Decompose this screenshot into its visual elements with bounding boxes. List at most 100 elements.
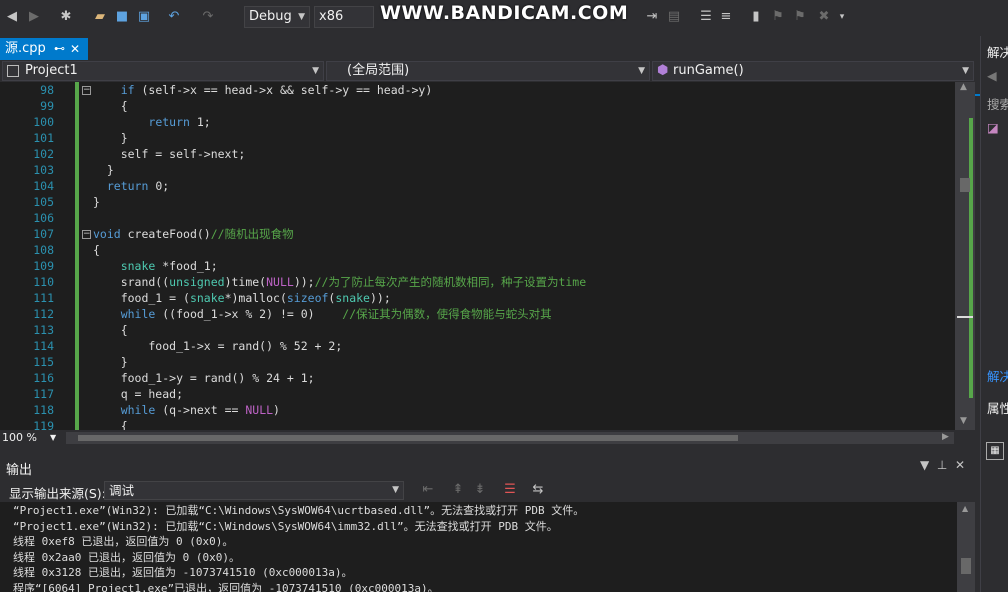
code-line[interactable]: srand((unsigned)time(NULL));//为了防止每次产生的随… [93,274,586,290]
close-icon[interactable]: ✕ [955,458,965,472]
scroll-down-icon[interactable]: ▼ [960,416,967,426]
back-icon[interactable]: ◀ [987,68,997,83]
close-icon[interactable]: ✕ [70,38,80,60]
tab-source-cpp[interactable]: 源.cpp ⊷ ✕ [0,38,88,60]
back-icon[interactable]: ◀ [4,9,20,25]
step-icon[interactable]: ⇥ [644,9,660,25]
goto-icon[interactable]: ⇤ [420,482,436,498]
code-line[interactable]: food_1->x = rand() % 52 + 2; [93,338,342,354]
zoom-select[interactable]: 100 % ▼ [2,431,60,445]
line-number: 114 [33,339,54,353]
prev-message-icon[interactable]: ⇞ [450,482,466,498]
code-line[interactable]: } [93,162,114,178]
solution-explorer-tab[interactable]: 解决 [987,366,1008,385]
clear-bookmarks-icon[interactable]: ✖ [816,9,832,25]
output-line: 线程 0xef8 已退出，返回值为 0 (0x0)。 [13,535,234,548]
platform-select[interactable]: x86 [314,6,374,28]
scroll-thumb[interactable] [960,178,970,192]
project-name: Project1 [25,63,78,78]
line-number: 106 [33,211,54,225]
chevron-down-icon[interactable]: ▼ [920,458,929,472]
save-icon[interactable]: ■ [114,9,130,25]
code-line[interactable]: self = self->next; [93,146,246,162]
output-line: 线程 0x3128 已退出，返回值为 -1073741510 (0xc00001… [13,566,353,579]
output-text[interactable]: “Project1.exe”(Win32): 已加载“C:\Windows\Sy… [0,502,975,592]
code-line[interactable]: food_1 = (snake*)malloc(sizeof(snake)); [93,290,391,306]
save-all-icon[interactable]: ▣ [136,9,152,25]
output-source-select[interactable]: 调试 ▼ [104,481,404,500]
prev-bookmark-icon[interactable]: ⚑ [770,9,786,25]
function-value: runGame() [673,63,744,78]
code-line[interactable]: if (self->x == head->x && self->y == hea… [93,82,433,98]
output-line: 线程 0x2aa0 已退出，返回值为 0 (0x0)。 [13,550,240,564]
config-select[interactable]: Debug ▼ [244,6,310,28]
output-window-controls: ▼ ⊥ ✕ [920,458,965,472]
scroll-thumb[interactable] [78,435,738,441]
properties-grid-icon[interactable]: ▦ [986,442,1004,460]
code-line[interactable]: { [93,418,128,430]
undo-icon[interactable]: ↶ [166,9,182,25]
bookmark-icon[interactable]: ▮ [748,9,764,25]
line-number: 111 [33,291,54,305]
pin-icon[interactable]: ⊷ [54,38,65,60]
forward-icon[interactable]: ▶ [26,9,42,25]
code-line[interactable]: return 1; [93,114,210,130]
line-number: 113 [33,323,54,337]
toolbar-overflow-icon[interactable]: ▾ [834,9,850,25]
output-scrollbar[interactable]: ▲ [957,502,975,592]
properties-title: 属性 [987,401,1008,416]
code-editor[interactable]: 98 99 100 101 102 103 104 105 106 107 108 109 110 111… [0,82,975,430]
next-bookmark-icon[interactable]: ⚑ [792,9,808,25]
editor-vertical-scrollbar[interactable]: ▲ ▼ [955,82,975,430]
code-line[interactable]: food_1->y = rand() % 24 + 1; [93,370,315,386]
code-line[interactable]: return 0; [93,178,169,194]
scroll-up-icon[interactable]: ▲ [962,504,968,513]
scope-dropdown[interactable]: (全局范围) ▼ [326,61,650,81]
word-wrap-icon[interactable]: ⇆ [530,482,546,498]
clear-all-icon[interactable]: ☰ [502,482,518,498]
code-line[interactable]: { [93,242,100,258]
line-number: 117 [33,387,54,401]
tab-strip: 源.cpp ⊷ ✕ ▼ [0,36,980,96]
chevron-down-icon: ▼ [962,66,969,76]
fold-toggle-icon[interactable]: − [82,230,91,239]
solution-icon[interactable]: ◪ [987,120,999,135]
code-line[interactable]: void createFood()//随机出现食物 [93,226,294,242]
line-number: 105 [33,195,54,209]
redo-icon[interactable]: ↷ [200,9,216,25]
comment-icon[interactable]: ≡ [718,9,734,25]
editor-horizontal-scrollbar[interactable] [66,432,954,444]
line-number: 99 [40,99,54,113]
code-line[interactable]: { [93,98,128,114]
scroll-thumb[interactable] [961,558,971,574]
project-dropdown[interactable]: Project1 ▼ [2,61,324,81]
navigation-bar: Project1 ▼ (全局范围) ▼ ⬢ runGame() ▼ [0,60,980,82]
fold-toggle-icon[interactable]: − [82,86,91,95]
code-line[interactable]: snake *food_1; [93,258,218,274]
code-line[interactable]: } [93,130,128,146]
open-folder-icon[interactable]: ▰ [92,9,108,25]
line-number: 112 [33,307,54,321]
line-number: 98 [40,83,54,97]
function-dropdown[interactable]: ⬢ runGame() ▼ [652,61,974,81]
next-message-icon[interactable]: ⇟ [472,482,488,498]
code-line[interactable]: q = head; [93,386,183,402]
caret-marker [957,316,973,318]
scroll-right-icon[interactable]: ▶ [942,432,949,442]
code-line[interactable]: } [93,194,100,210]
code-line[interactable]: { [93,322,128,338]
code-line[interactable]: } [93,354,128,370]
line-number: 100 [33,115,54,129]
code-line[interactable]: while ((food_1->x % 2) != 0) //保证其为偶数，使得… [93,306,552,322]
search-field[interactable]: 搜索 [987,94,1008,113]
outdent-icon[interactable]: ☰ [698,9,714,25]
scroll-up-icon[interactable]: ▲ [960,82,967,92]
new-project-icon[interactable]: ✱ [58,9,74,25]
output-toolbar: 显示输出来源(S): 调试 ▼ ⇤ ⇞ ⇟ ☰ ⇆ [0,478,975,502]
pin-icon[interactable]: ⊥ [937,458,947,472]
indent-icon[interactable]: ▤ [666,9,682,25]
config-value: Debug [249,9,292,24]
output-line: 程序“[6064] Project1.exe”已退出，返回值为 -1073741… [13,581,439,592]
code-line[interactable]: while (q->next == NULL) [93,402,280,418]
chevron-down-icon: ▼ [638,66,645,76]
